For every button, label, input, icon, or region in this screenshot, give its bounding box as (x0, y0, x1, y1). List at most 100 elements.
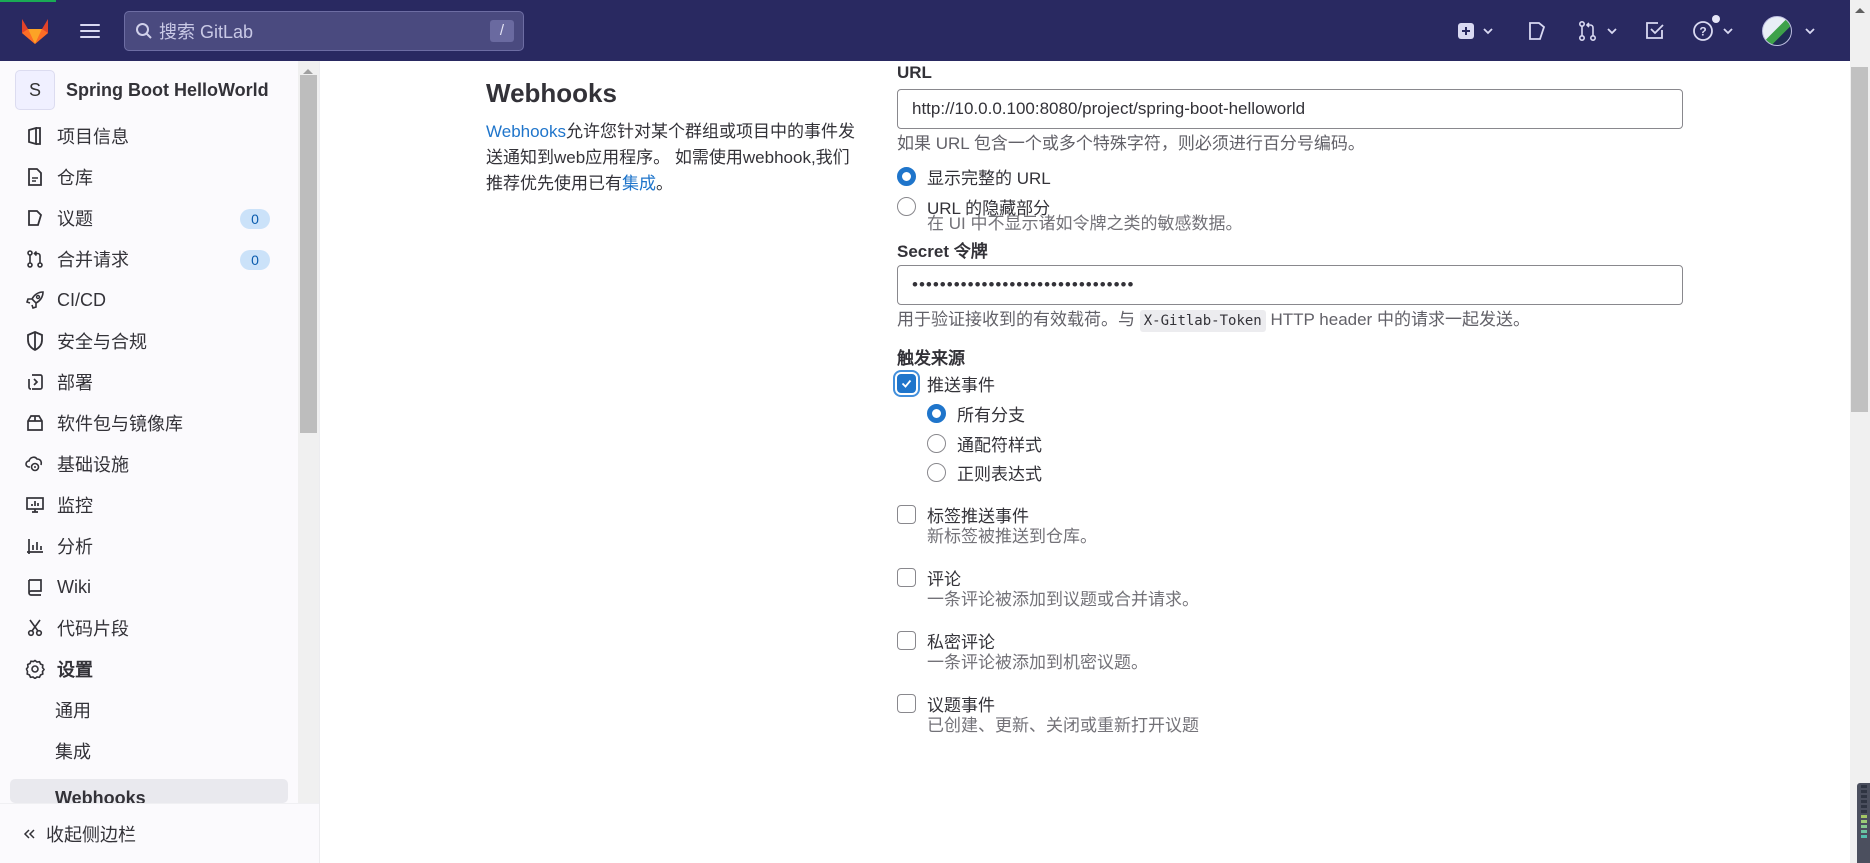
checkbox-checked[interactable] (897, 374, 916, 393)
sidebar-subitem-label: Webhooks (55, 788, 146, 803)
double-chevron-left-icon (23, 828, 35, 839)
sidebar-subitem-integrations[interactable]: 集成 (10, 733, 288, 769)
radio-wildcard-pattern[interactable]: 通配符样式 (927, 431, 1042, 456)
todo-button[interactable] (1645, 18, 1665, 44)
scroll-up-arrow-icon[interactable] (1855, 8, 1865, 13)
sidebar-item-label: 仓库 (57, 168, 93, 188)
monitor-icon (24, 494, 46, 516)
hamburger-menu-icon[interactable] (78, 20, 102, 42)
merge-requests-button[interactable] (1578, 18, 1618, 44)
sidebar-item-monitor[interactable]: 监控 (10, 487, 280, 523)
sidebar-item-wiki[interactable]: Wiki (10, 569, 280, 605)
sidebar-item-ci-cd[interactable]: CI/CD (10, 282, 280, 318)
scissors-icon (24, 617, 46, 639)
sidebar-item-issues[interactable]: 议题 0 (10, 200, 280, 236)
issues-icon (1529, 22, 1546, 40)
trigger-description: 新标签被推送到仓库。 (927, 527, 1097, 546)
radio-button[interactable] (897, 197, 916, 216)
sidebar-subitem-general[interactable]: 通用 (10, 692, 288, 728)
integrations-link[interactable]: 集成 (622, 174, 656, 193)
checkbox-push-events[interactable]: 推送事件 (897, 371, 995, 396)
project-avatar: S (15, 70, 55, 110)
sidebar-scrollbar[interactable] (298, 61, 319, 803)
webhooks-docs-link[interactable]: Webhooks (486, 122, 566, 141)
sidebar-item-analytics[interactable]: 分析 (10, 528, 280, 564)
checkbox[interactable] (897, 568, 916, 587)
repository-icon (24, 166, 46, 188)
trigger-description: 一条评论被添加到议题或合并请求。 (927, 590, 1199, 609)
issues-count-badge: 0 (240, 209, 270, 229)
sidebar-item-project-info[interactable]: 项目信息 (10, 118, 280, 154)
rocket-icon (24, 289, 46, 311)
sidebar-scrollbar-thumb[interactable] (300, 75, 317, 433)
sidebar-item-packages[interactable]: 软件包与镜像库 (10, 405, 280, 441)
notification-dot (1712, 15, 1720, 23)
help-button[interactable]: ? (1692, 15, 1734, 44)
checkbox[interactable] (897, 631, 916, 650)
trigger-label: 触发来源 (897, 349, 965, 368)
checkbox[interactable] (897, 505, 916, 524)
sidebar-item-merge-requests[interactable]: 合并请求 0 (10, 241, 280, 277)
todo-icon (1646, 22, 1664, 39)
url-input[interactable] (897, 89, 1683, 129)
merge-requests-count-badge: 0 (240, 250, 270, 270)
create-new-button[interactable] (1458, 18, 1494, 44)
url-label: URL (897, 63, 932, 82)
radio-button-selected[interactable] (897, 167, 916, 186)
search-shortcut-hint: / (490, 20, 514, 42)
radio-all-branches[interactable]: 所有分支 (927, 401, 1025, 426)
project-info-icon (24, 125, 46, 147)
issues-icon (24, 207, 46, 229)
sidebar-item-infrastructure[interactable]: 基础设施 (10, 446, 280, 482)
page-load-progress (0, 0, 56, 2)
search-icon (136, 23, 152, 39)
svg-text:?: ? (1699, 25, 1706, 39)
sidebar-item-snippets[interactable]: 代码片段 (10, 610, 280, 646)
sidebar-item-settings[interactable]: 设置 (10, 651, 280, 687)
gitlab-logo-icon[interactable] (18, 13, 52, 47)
secret-token-input[interactable] (897, 265, 1683, 305)
radio-regex[interactable]: 正则表达式 (927, 460, 1042, 485)
page-scrollbar-thumb[interactable] (1851, 67, 1868, 412)
sidebar-item-label: 安全与合规 (57, 332, 147, 352)
merge-request-icon (24, 248, 46, 270)
sidebar-item-repository[interactable]: 仓库 (10, 159, 280, 195)
mask-url-description: 在 UI 中不显示诸如令牌之类的敏感数据。 (927, 214, 1243, 233)
radio-button[interactable] (927, 434, 946, 453)
intro-end: 。 (656, 174, 673, 193)
sidebar-item-label: 监控 (57, 496, 93, 516)
user-menu-button[interactable] (1762, 15, 1816, 47)
radio-button-selected[interactable] (927, 404, 946, 423)
radio-button[interactable] (927, 463, 946, 482)
gear-icon (24, 658, 46, 680)
chevron-down-icon (1805, 28, 1815, 35)
radio-label: 正则表达式 (957, 465, 1042, 484)
sidebar-item-label: 议题 (57, 209, 93, 229)
secret-token-label: Secret 令牌 (897, 242, 988, 261)
issues-button[interactable] (1528, 18, 1546, 44)
sidebar-item-security[interactable]: 安全与合规 (10, 323, 280, 359)
page-title: Webhooks (486, 78, 617, 108)
checkbox[interactable] (897, 694, 916, 713)
sidebar-item-deployments[interactable]: 部署 (10, 364, 280, 400)
collapse-sidebar-label: 收起侧边栏 (46, 824, 136, 845)
sidebar-item-label: 设置 (57, 660, 93, 680)
sidebar-item-label: 分析 (57, 537, 93, 557)
page-scrollbar[interactable] (1850, 0, 1870, 863)
search-placeholder: 搜索 GitLab (159, 22, 254, 42)
chevron-down-icon (1723, 28, 1733, 35)
shield-icon (24, 330, 46, 352)
package-icon (24, 412, 46, 434)
cloud-gear-icon (24, 453, 46, 475)
trigger-description: 已创建、更新、关闭或重新打开议题 (927, 716, 1199, 735)
check-icon (901, 379, 912, 388)
chevron-down-icon (1607, 28, 1617, 35)
sidebar-subitem-webhooks[interactable]: Webhooks (10, 779, 288, 803)
header-name-code: X-Gitlab-Token (1139, 310, 1266, 332)
project-link[interactable]: S Spring Boot HelloWorld (15, 70, 269, 110)
collapse-sidebar-button[interactable]: 收起侧边栏 (0, 803, 319, 863)
chart-icon (24, 535, 46, 557)
scroll-up-arrow-icon[interactable] (303, 69, 313, 74)
search-input[interactable]: 搜索 GitLab / (124, 11, 524, 51)
radio-show-full-url[interactable]: 显示完整的 URL (897, 164, 1051, 189)
